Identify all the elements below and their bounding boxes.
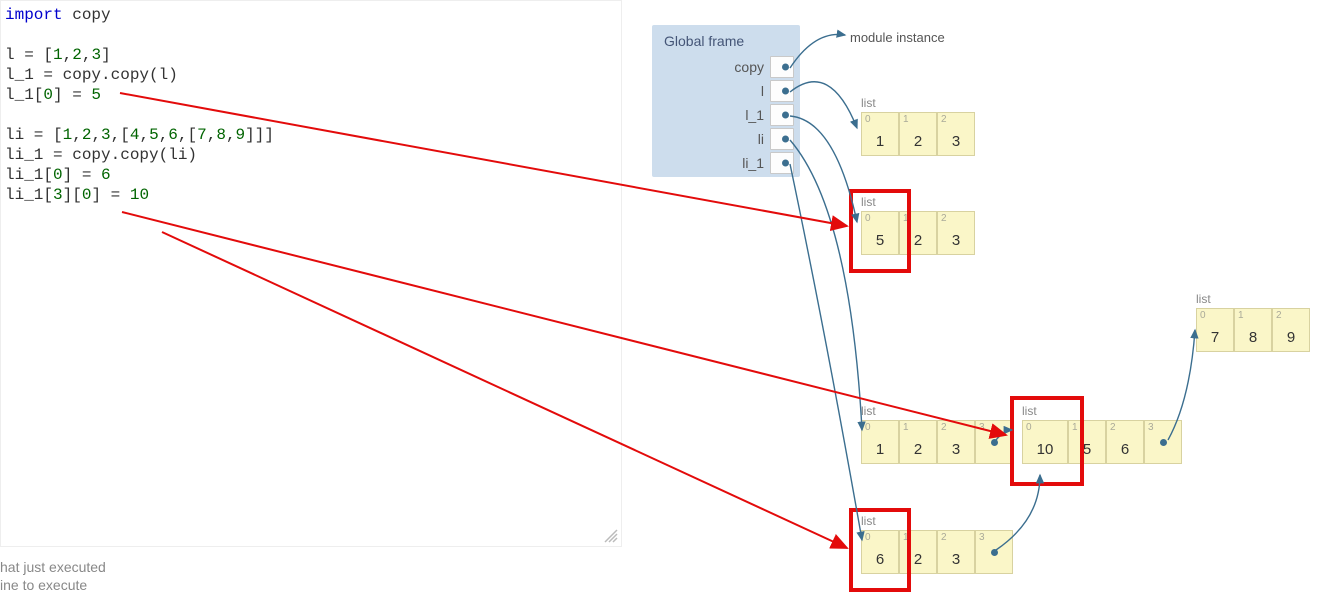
- var-li: li: [652, 127, 800, 151]
- list-li1: list 06 12 23 3: [861, 530, 1013, 574]
- annotation-module: module instance: [850, 30, 945, 45]
- list-inner: list 010 15 26 3: [1022, 420, 1182, 464]
- frame-title: Global frame: [652, 31, 800, 55]
- list-li: list 01 12 23 3: [861, 420, 1013, 464]
- code-text: import copy l = [1,2,3] l_1 = copy.copy(…: [1, 1, 621, 209]
- var-li1: li_1: [652, 151, 800, 175]
- list-l1: list 05 12 23: [861, 211, 975, 255]
- list-l: list 01 12 23: [861, 112, 975, 156]
- code-editor[interactable]: import copy l = [1,2,3] l_1 = copy.copy(…: [0, 0, 622, 547]
- var-l: l: [652, 79, 800, 103]
- global-frame: Global frame copy l l_1 li li_1: [652, 25, 800, 177]
- var-l1: l_1: [652, 103, 800, 127]
- resize-grip-icon[interactable]: [603, 528, 619, 544]
- list-deep: list 07 18 29: [1196, 308, 1310, 352]
- var-copy: copy: [652, 55, 800, 79]
